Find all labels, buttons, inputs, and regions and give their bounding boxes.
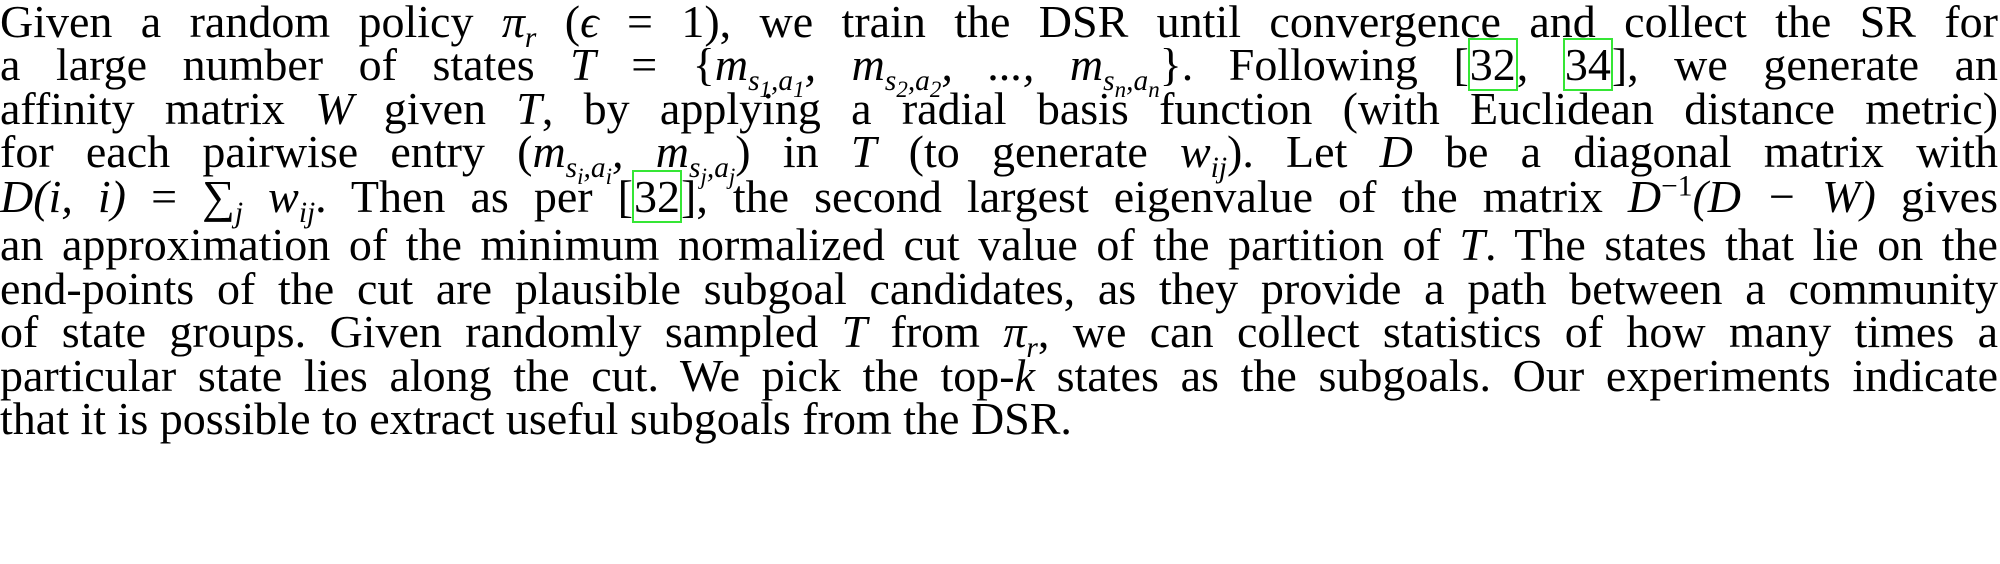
math-degree-definition: D(i, i) = ∑j wij (0, 171, 316, 230)
page: Given a random policy πr (ϵ = 1), we tra… (0, 0, 2000, 564)
citation-32[interactable]: 32 (632, 170, 682, 223)
text-line-10: that it is possible to extract useful su… (0, 393, 1072, 444)
math-laplacian: D−1(D − W) (1627, 170, 1876, 222)
